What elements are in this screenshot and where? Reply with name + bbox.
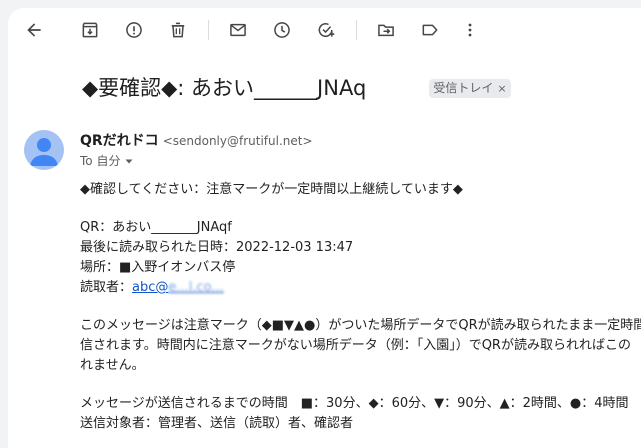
delete-icon: [171, 22, 185, 38]
person-icon: [30, 138, 58, 166]
toolbar-divider: [208, 20, 209, 40]
body-reader: 読取者：abc@e...l.co...: [80, 280, 224, 295]
more-vert-icon: [468, 23, 472, 37]
move-to-icon: [378, 24, 394, 37]
toolbar-divider: [356, 20, 357, 40]
mark-unread-icon: [230, 23, 246, 37]
toolbar: [8, 8, 641, 52]
body-qr: QR：あおい_______JNAqf: [80, 220, 232, 235]
avatar[interactable]: [24, 130, 64, 170]
email-body: ◆確認してください：注意マークが一定時間以上継続しています◆ QR：あおい___…: [80, 180, 641, 434]
archive-icon: [82, 22, 98, 38]
report-spam-button[interactable]: [118, 14, 150, 46]
move-to-button[interactable]: [370, 14, 402, 46]
body-heading: ◆確認してください：注意マークが一定時間以上継続しています◆: [80, 182, 463, 197]
back-icon: [27, 23, 41, 37]
add-task-icon: [318, 23, 335, 38]
body-paragraph-3: れません。: [80, 358, 145, 373]
snooze-button[interactable]: [266, 14, 298, 46]
more-options-button[interactable]: [454, 14, 486, 46]
reader-email-link[interactable]: abc@e...l.co...: [132, 280, 224, 295]
remove-label-icon[interactable]: ×: [497, 82, 506, 95]
inbox-label-chip[interactable]: 受信トレイ ×: [429, 78, 511, 98]
sender-email: <sendonly@frutiful.net>: [162, 134, 313, 148]
body-times: メッセージが送信されるまでの時間 ■：30分、◆：60分、▼：90分、▲：2時間…: [80, 396, 629, 411]
to-recipient: To 自分: [80, 154, 121, 168]
archive-button[interactable]: [74, 14, 106, 46]
body-paragraph-2: 信されます。時間内に注意マークがない場所データ（例：「入園」）でQRが読み取られ…: [80, 338, 631, 353]
label-icon: [422, 24, 438, 36]
mark-unread-button[interactable]: [222, 14, 254, 46]
delete-button[interactable]: [162, 14, 194, 46]
body-place: 場所：■入野イオンバス停: [80, 260, 236, 275]
body-recipients: 送信対象者：管理者、送信（読取）者、確認者: [80, 416, 354, 431]
sender-name[interactable]: QRだれドコ: [80, 133, 159, 149]
email-view: ◆要確認◆: あおい______JNAq 受信トレイ × QRだれドコ <sendo…: [8, 8, 641, 448]
body-paragraph-1: このメッセージは注意マーク（◆■▼▲●）がついた場所データでQRが読み取られたま…: [80, 318, 641, 333]
back-button[interactable]: [18, 14, 50, 46]
recipient-details[interactable]: To 自分: [80, 152, 134, 169]
body-last-read: 最後に読み取られた日時：2022-12-03 13:47: [80, 240, 354, 255]
label-button[interactable]: [414, 14, 446, 46]
add-task-button[interactable]: [310, 14, 342, 46]
label-chip-text: 受信トレイ: [433, 80, 494, 95]
snooze-icon: [274, 22, 290, 38]
subject-row: ◆要確認◆: あおい______JNAq 受信トレイ ×: [82, 72, 511, 104]
sender-line: QRだれドコ <sendonly@frutiful.net>: [80, 130, 313, 150]
chevron-down-icon[interactable]: [124, 155, 134, 169]
email-subject: ◆要確認◆: あおい______JNAq: [82, 76, 367, 100]
report-spam-icon: [126, 22, 142, 38]
